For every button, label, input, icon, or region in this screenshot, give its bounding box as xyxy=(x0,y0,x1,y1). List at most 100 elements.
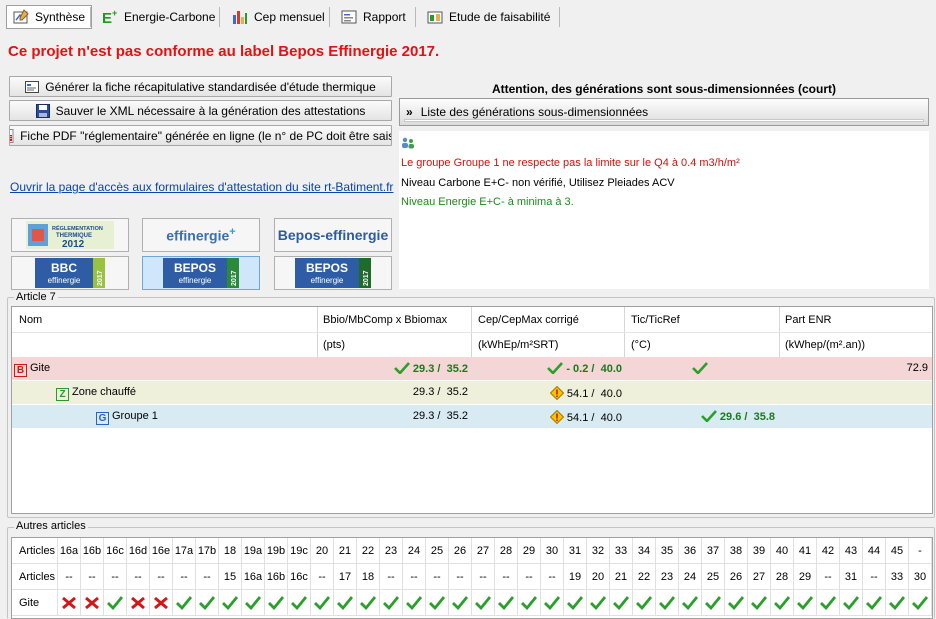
check-icon xyxy=(912,595,928,610)
article-number-cell: 42 xyxy=(817,538,840,564)
article-number-cell: 40 xyxy=(771,538,794,564)
article-result-cell xyxy=(633,590,656,616)
row-label-articles: Articles xyxy=(12,538,58,564)
check-icon xyxy=(751,595,767,610)
article-number-cell: -- xyxy=(472,564,495,590)
article-result-cell xyxy=(587,590,610,616)
warning-message: Le groupe Groupe 1 ne respecte pas la li… xyxy=(401,157,740,169)
article-number-cell: -- xyxy=(311,564,334,590)
article-number-cell: -- xyxy=(495,564,518,590)
tic-ref: 35.8 xyxy=(753,411,775,423)
bepos2017-label-tile[interactable]: BEPOS effinergie 2017 xyxy=(142,256,260,290)
check-icon xyxy=(728,595,744,610)
part-enr-cell: 72.9 xyxy=(906,362,928,374)
table-row-groupe-1[interactable]: G Groupe 1 29.3 / 35.2 54.1 / 40.0 29.6 /… xyxy=(12,405,932,429)
unit-part-enr: (kWhep/(m².an)) xyxy=(785,339,866,351)
article-result-cell xyxy=(725,590,748,616)
autres-articles-grid: Articles 16a 16b 16c 16d 16e 17a 17b 18 19a 19b 19c… xyxy=(11,537,933,619)
check-icon xyxy=(452,595,468,610)
article-number-cell: -- xyxy=(150,564,173,590)
check-icon xyxy=(429,595,445,610)
article-number-cell: 31 xyxy=(564,538,587,564)
check-icon xyxy=(613,595,629,610)
article-number-cell: 39 xyxy=(748,538,771,564)
article-result-cell xyxy=(449,590,472,616)
article-number-cell: 34 xyxy=(633,538,656,564)
article-number-cell: 31 xyxy=(840,564,863,590)
warning-message: Niveau Carbone E+C- non vérifié, Utilise… xyxy=(401,177,675,189)
article-result-cell xyxy=(495,590,518,616)
header-part-enr[interactable]: Part ENR xyxy=(785,314,831,326)
save-xml-button[interactable]: Sauver le XML nécessaire à la génération… xyxy=(9,100,392,121)
rt2012-label-tile[interactable]: RÉGLEMENTATION THERMIQUE 2012 xyxy=(11,218,129,252)
check-icon xyxy=(774,595,790,610)
warnings-message-area: Le groupe Groupe 1 ne respecte pas la li… xyxy=(399,131,929,289)
check-icon xyxy=(547,362,564,374)
check-icon xyxy=(291,595,307,610)
article7-group-label: Article 7 xyxy=(14,291,58,303)
article-number-cell: 35 xyxy=(656,538,679,564)
check-icon xyxy=(176,595,192,610)
article-number-cell: 19b xyxy=(265,538,288,564)
header-bbio[interactable]: Bbio/MbComp x Bbiomax xyxy=(323,314,447,326)
article-number-cell: 21 xyxy=(334,538,357,564)
tab-synthese[interactable]: Synthèse xyxy=(6,5,93,29)
expand-chevrons-icon: » xyxy=(406,105,413,119)
article-result-cell xyxy=(541,590,564,616)
cep-value: 54.1 / xyxy=(566,388,595,400)
check-icon xyxy=(797,595,813,610)
article-result-cell xyxy=(863,590,886,616)
header-cep[interactable]: Cep/CepMax corrigé xyxy=(478,314,579,326)
table-row-zone-chauffe[interactable]: Z Zone chauffé 29.3 / 35.2 54.1 / 40.0 xyxy=(12,381,932,405)
tab-label: Rapport xyxy=(363,10,406,24)
check-icon xyxy=(337,595,353,610)
article-number-cell: -- xyxy=(196,564,219,590)
article-number-cell: 16c xyxy=(104,538,127,564)
bepos-plus2017-label-tile[interactable]: BEPOS effinergie 2017 xyxy=(274,256,392,290)
article-result-cell xyxy=(518,590,541,616)
article-number-cell: 16a xyxy=(58,538,81,564)
check-icon xyxy=(475,595,491,610)
row-label-articles: Articles xyxy=(12,564,58,590)
tab-cep-mensuel[interactable]: Cep mensuel xyxy=(226,5,331,29)
main-toolbar: Synthèse E + Energie-Carbone Cep mensuel … xyxy=(0,0,936,33)
article-number-cell: 18 xyxy=(219,538,242,564)
table-row-gite[interactable]: B Gite 29.3 / 35.2 - 0.2 / 40.0 72.9 xyxy=(12,357,932,381)
pdf-reglementaire-button[interactable]: PDF Fiche PDF "réglementaire" générée en… xyxy=(9,125,392,146)
article-number-cell: 16d xyxy=(127,538,150,564)
article-number-cell: -- xyxy=(518,564,541,590)
button-label: Fiche PDF "réglementaire" générée en lig… xyxy=(20,128,392,143)
effinergie-plus-label-tile[interactable]: effinergie+ xyxy=(142,218,260,252)
article-number-cell: 16b xyxy=(265,564,288,590)
article-number-cell: 36 xyxy=(679,538,702,564)
warning-diamond-icon xyxy=(549,386,564,400)
bepos2017-sub: effinergie xyxy=(179,276,212,285)
header-tic[interactable]: Tic/TicRef xyxy=(631,314,680,326)
dropdown-progress-track xyxy=(404,119,924,122)
check-icon xyxy=(843,595,859,610)
cep-max: 40.0 xyxy=(600,388,622,400)
tab-rapport[interactable]: Rapport xyxy=(335,5,412,29)
article-number-cell: 20 xyxy=(311,538,334,564)
article-number-cell: -- xyxy=(380,564,403,590)
article-result-cell xyxy=(311,590,334,616)
article-result-cell xyxy=(242,590,265,616)
article-result-cell xyxy=(380,590,403,616)
header-nom[interactable]: Nom xyxy=(19,314,42,326)
article-number-cell: 22 xyxy=(633,564,656,590)
rt-batiment-link[interactable]: Ouvrir la page d'accès aux formulaires d… xyxy=(10,180,393,194)
warning-message: Niveau Energie E+C- à minima à 3. xyxy=(401,196,574,208)
cep-cell: - 0.2 / 40.0 xyxy=(472,362,624,375)
undersized-generations-dropdown[interactable]: » Liste des générations sous-dimensionné… xyxy=(399,98,929,126)
article-number-cell: 20 xyxy=(587,564,610,590)
generate-summary-button[interactable]: Générer la fiche récapitulative standard… xyxy=(9,76,392,97)
article-number-cell: 17b xyxy=(196,538,219,564)
article-number-cell: -- xyxy=(58,564,81,590)
tab-energie-carbone[interactable]: E + Energie-Carbone xyxy=(96,5,221,29)
bbio-max: 35.2 xyxy=(446,386,468,398)
bepos-effinergie-label-tile[interactable]: Bepos-effinergie xyxy=(274,218,392,252)
toolbar-divider xyxy=(559,7,560,27)
cep-max: 40.0 xyxy=(600,363,622,375)
tab-etude-faisabilite[interactable]: Etude de faisabilité xyxy=(421,5,556,29)
bbc2017-label-tile[interactable]: BBC effinergie 2017 xyxy=(11,256,129,290)
